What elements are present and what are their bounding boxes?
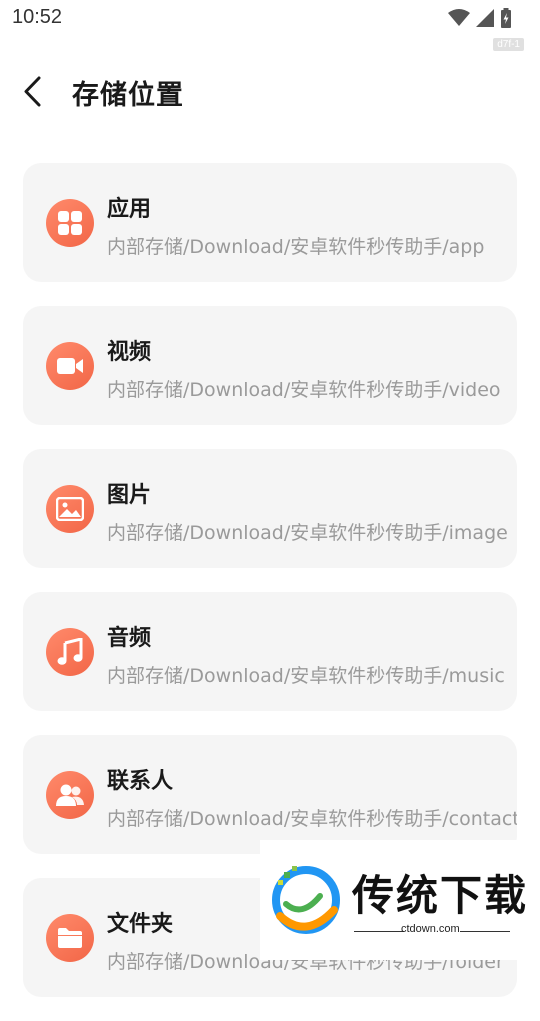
storage-item-title: 应用 xyxy=(107,197,152,222)
chevron-left-icon xyxy=(18,76,50,116)
watermark-url: ctdown.com xyxy=(401,923,460,935)
music-note-icon xyxy=(46,628,94,676)
back-button[interactable] xyxy=(18,72,50,112)
storage-item-path: 内部存储/Download/安卓软件秒传助手/music xyxy=(107,665,505,687)
storage-item-title: 联系人 xyxy=(107,769,174,794)
storage-item-title: 文件夹 xyxy=(107,912,174,937)
storage-item-title: 视频 xyxy=(107,340,152,365)
page-title: 存储位置 xyxy=(72,80,184,111)
image-icon xyxy=(46,485,94,533)
app-header: 存储位置 xyxy=(0,60,540,124)
watermark-divider xyxy=(460,931,510,932)
storage-item-path: 内部存储/Download/安卓软件秒传助手/image xyxy=(107,522,508,544)
storage-item-video[interactable]: 视频 内部存储/Download/安卓软件秒传助手/video xyxy=(23,306,517,425)
battery-charging-icon xyxy=(500,8,512,28)
apps-grid-icon xyxy=(46,199,94,247)
storage-item-path: 内部存储/Download/安卓软件秒传助手/app xyxy=(107,236,485,258)
storage-item-image[interactable]: 图片 内部存储/Download/安卓软件秒传助手/image xyxy=(23,449,517,568)
signal-icon xyxy=(476,9,494,27)
storage-item-app[interactable]: 应用 内部存储/Download/安卓软件秒传助手/app xyxy=(23,163,517,282)
storage-item-music[interactable]: 音频 内部存储/Download/安卓软件秒传助手/music xyxy=(23,592,517,711)
status-bar: 10:52 xyxy=(0,0,540,36)
build-tag: d7f-1 xyxy=(493,38,524,51)
storage-item-path: 内部存储/Download/安卓软件秒传助手/contact xyxy=(107,808,517,830)
storage-item-title: 图片 xyxy=(107,483,152,508)
video-camera-icon xyxy=(46,342,94,390)
folder-icon xyxy=(46,914,94,962)
watermark-divider xyxy=(354,931,404,932)
storage-item-title: 音频 xyxy=(107,626,152,651)
ctdown-logo xyxy=(266,860,346,944)
status-time: 10:52 xyxy=(12,6,63,28)
contacts-icon xyxy=(46,771,94,819)
storage-item-contacts[interactable]: 联系人 内部存储/Download/安卓软件秒传助手/contact xyxy=(23,735,517,854)
watermark-brand: 传统下载 xyxy=(352,871,529,920)
wifi-icon xyxy=(448,9,470,27)
status-icons xyxy=(448,8,512,28)
watermark: 传统下载 ctdown.com xyxy=(260,840,540,960)
storage-item-path: 内部存储/Download/安卓软件秒传助手/video xyxy=(107,379,501,401)
